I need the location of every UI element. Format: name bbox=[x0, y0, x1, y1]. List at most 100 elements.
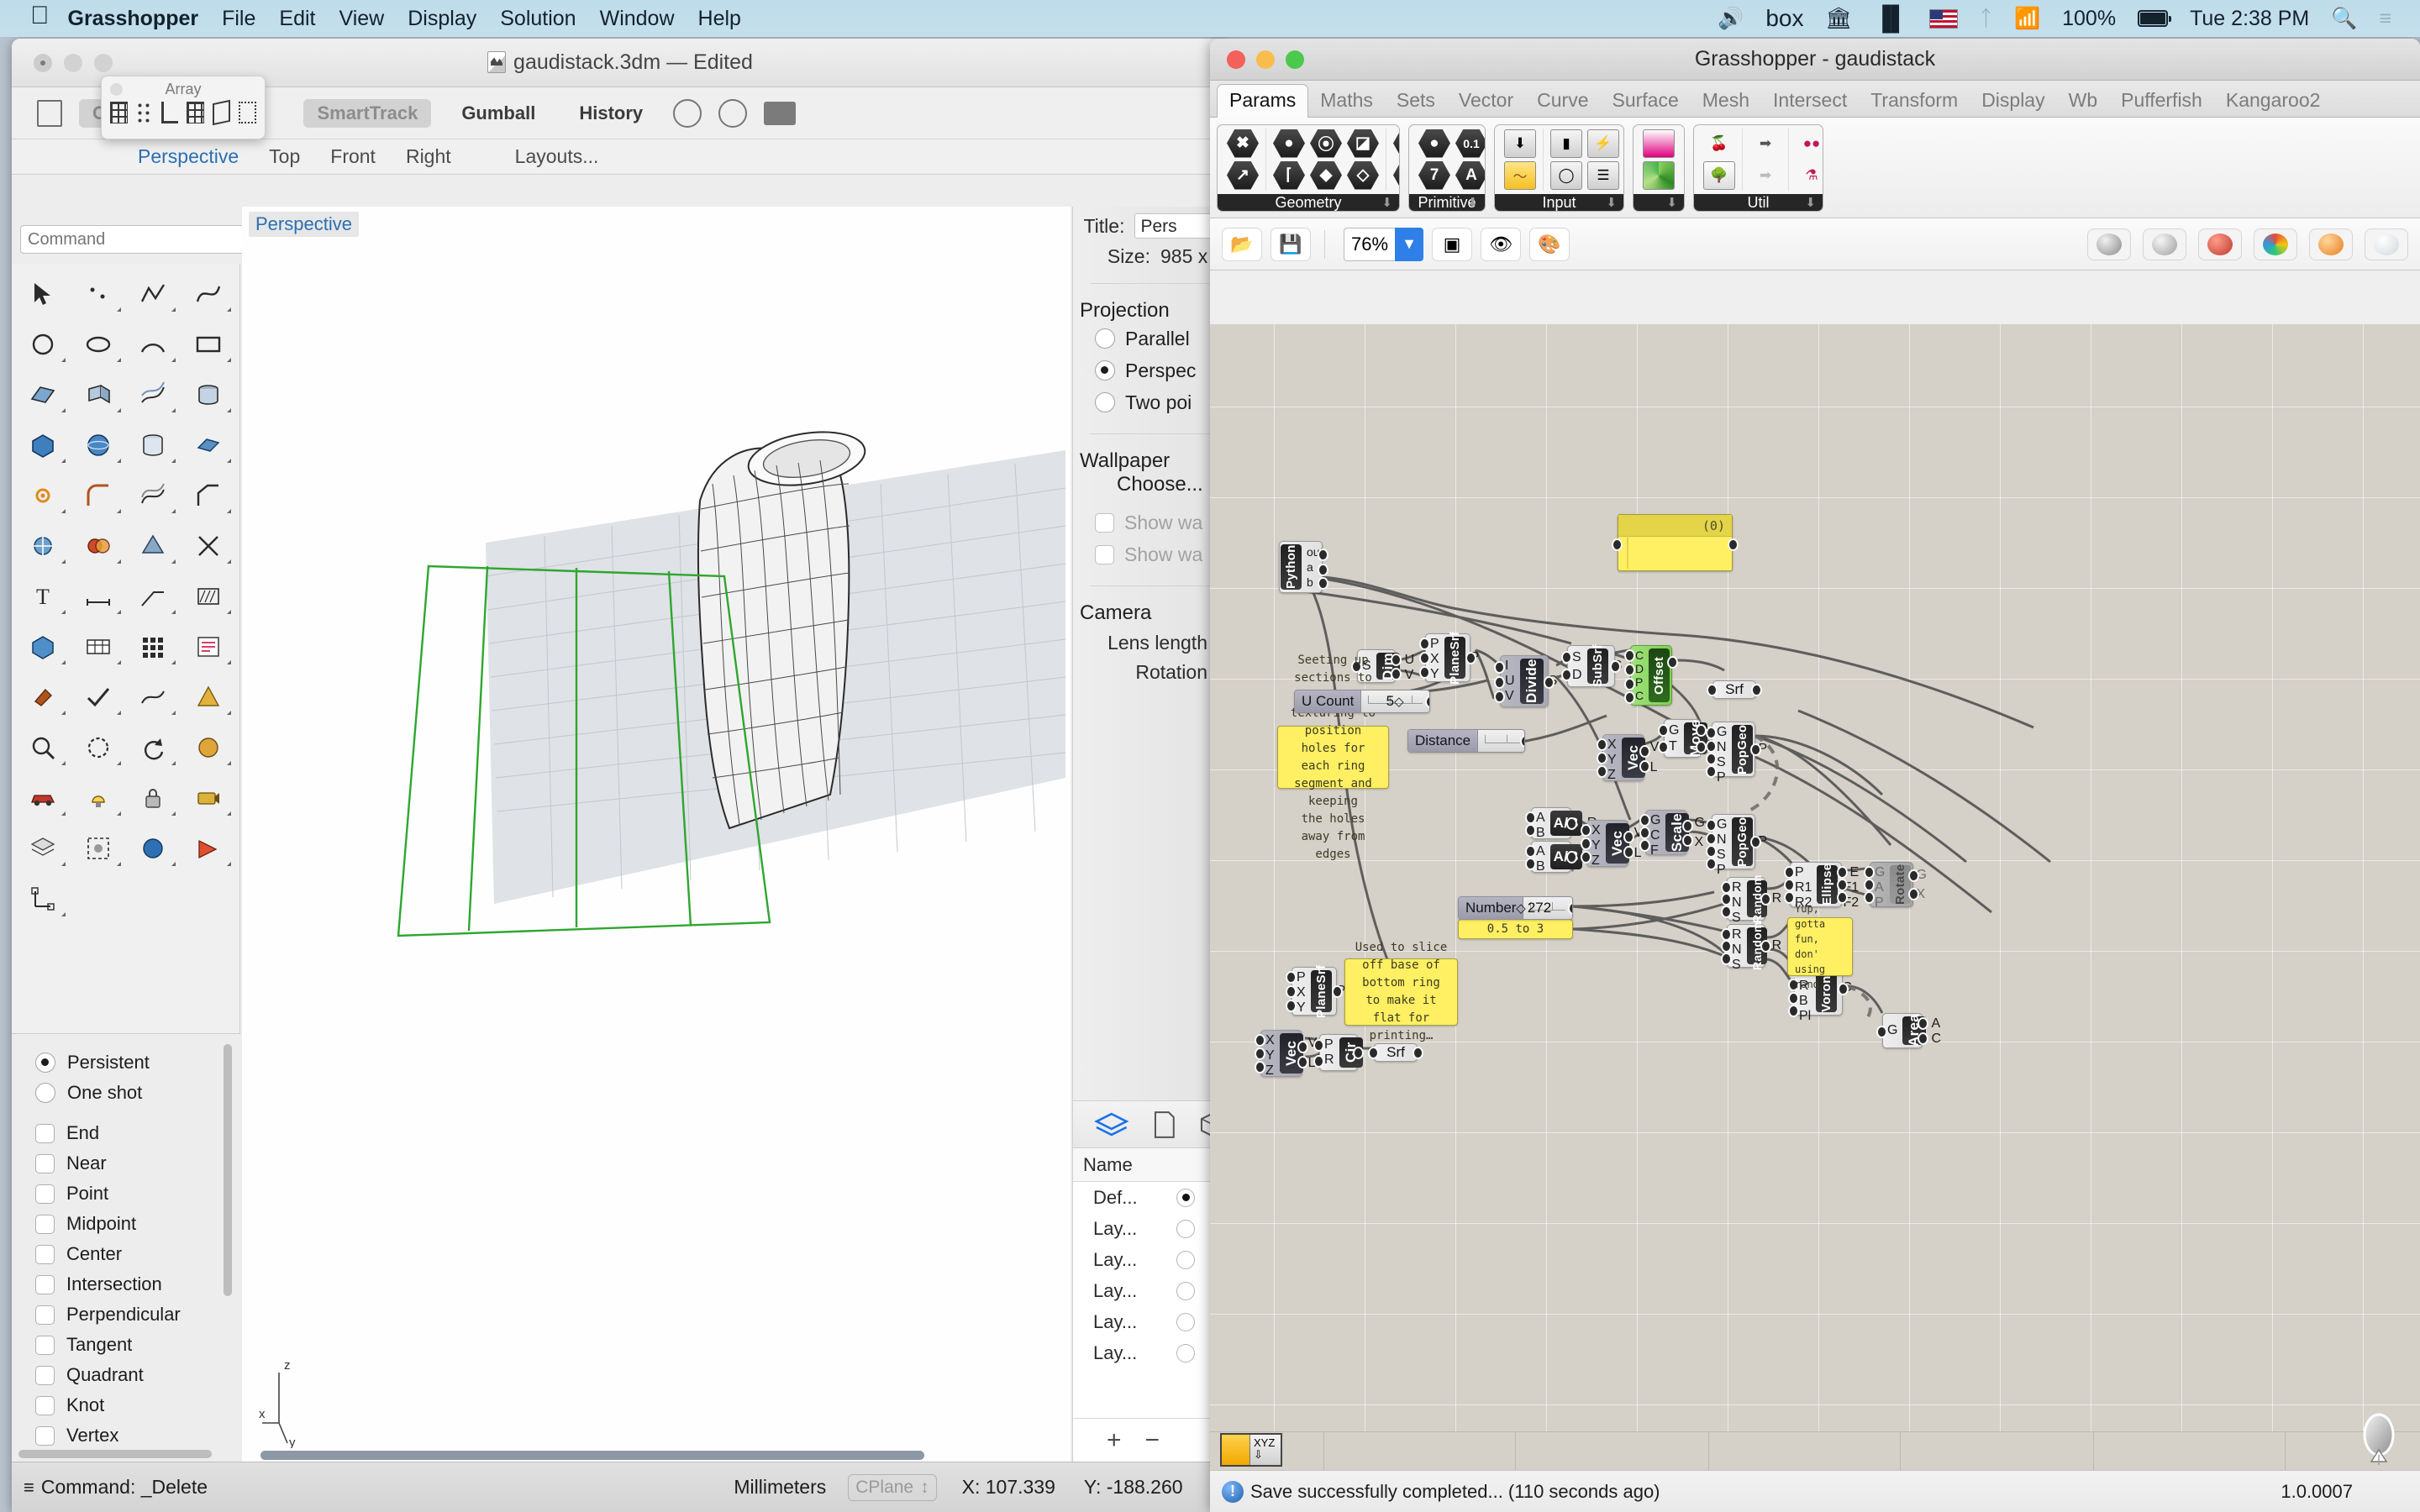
circle-icon[interactable] bbox=[15, 319, 71, 370]
component-random-2[interactable]: RNS Random R bbox=[1721, 921, 1781, 972]
osnap-midpoint[interactable]: Midpoint bbox=[35, 1209, 240, 1239]
menu-grasshopper[interactable]: Grasshopper bbox=[68, 7, 199, 31]
table-row[interactable]: Lay... bbox=[1073, 1275, 1228, 1306]
table-icon[interactable] bbox=[71, 622, 126, 672]
port-pin[interactable] bbox=[1597, 738, 1607, 751]
transform-hex-icon[interactable]: ◇ bbox=[1347, 160, 1379, 190]
profiler-icon[interactable] bbox=[2087, 228, 2131, 260]
component-area[interactable]: G Area AC bbox=[1876, 1013, 1941, 1048]
search-icon[interactable]: 🔍 bbox=[2331, 8, 2357, 29]
chamfer-icon[interactable] bbox=[181, 470, 236, 521]
port-D[interactable]: D bbox=[1572, 668, 1582, 683]
port-pin[interactable] bbox=[1721, 881, 1732, 894]
port-pin[interactable] bbox=[1465, 652, 1476, 664]
note-random[interactable]: Yup, gotta fun, don' using rand bbox=[1787, 903, 1853, 990]
port-S[interactable]: S bbox=[1572, 650, 1582, 665]
port-A[interactable]: A bbox=[1931, 1016, 1941, 1032]
port-pin[interactable] bbox=[1706, 753, 1717, 765]
port-I[interactable]: I bbox=[1505, 659, 1515, 674]
port-N[interactable]: N bbox=[1717, 740, 1727, 755]
port-A[interactable]: A bbox=[1536, 811, 1545, 826]
port-pin[interactable] bbox=[1639, 839, 1650, 852]
port-pin[interactable] bbox=[1610, 660, 1621, 673]
slider-track[interactable]: 5 ◇ bbox=[1361, 690, 1429, 712]
port-pin[interactable] bbox=[1706, 740, 1717, 753]
array-palette[interactable]: Array bbox=[101, 76, 266, 139]
fillet-icon[interactable] bbox=[71, 470, 126, 521]
polyline-hex-icon[interactable]: ◆ bbox=[1310, 160, 1342, 190]
arc-icon[interactable] bbox=[126, 319, 182, 370]
component-planesrf-2[interactable]: PXY PlaneSrf P bbox=[1286, 964, 1345, 1018]
port-pin[interactable] bbox=[1561, 651, 1572, 664]
note-slice-base[interactable]: Used to slice off base of bottom ring to… bbox=[1344, 941, 1458, 1042]
port-pin[interactable] bbox=[1784, 866, 1795, 879]
tree-icon[interactable]: 🌳 bbox=[1703, 160, 1735, 190]
checkbox-point[interactable] bbox=[35, 1184, 55, 1204]
checkbox-near[interactable] bbox=[35, 1153, 55, 1173]
port-Y[interactable]: Y bbox=[1591, 838, 1601, 853]
open-folder-icon[interactable]: 📂 bbox=[1222, 227, 1262, 261]
transform-icon[interactable] bbox=[15, 521, 71, 571]
tab-display[interactable]: Display bbox=[1970, 85, 2056, 117]
osnap-near[interactable]: Near bbox=[35, 1148, 240, 1179]
array-rectangular-icon[interactable] bbox=[110, 102, 128, 123]
tab-sets[interactable]: Sets bbox=[1385, 85, 1447, 117]
port-R[interactable]: R bbox=[1324, 1053, 1334, 1068]
columns-icon[interactable]: ▐▌ bbox=[1874, 7, 1907, 30]
hscroll-thumb[interactable] bbox=[260, 1451, 924, 1460]
valuelist-icon[interactable]: ☰ bbox=[1587, 160, 1619, 190]
port-pin[interactable] bbox=[1419, 652, 1430, 664]
tab-vector[interactable]: Vector bbox=[1447, 85, 1525, 117]
port-P[interactable]: P bbox=[1795, 865, 1812, 880]
port-Y[interactable]: Y bbox=[1607, 753, 1617, 768]
rotate-view-icon[interactable] bbox=[126, 722, 182, 773]
port-U[interactable]: U bbox=[1405, 653, 1415, 668]
port-pin[interactable] bbox=[1581, 837, 1591, 850]
port-pin[interactable] bbox=[1286, 1000, 1297, 1012]
port-pin[interactable] bbox=[1255, 1034, 1265, 1047]
hatch-icon[interactable] bbox=[181, 571, 236, 622]
wallpaper-show-1[interactable]: Show wa bbox=[1073, 507, 1228, 538]
slider-output-pin[interactable] bbox=[1425, 696, 1429, 708]
radio-two-point[interactable] bbox=[1095, 392, 1115, 412]
boolean-icon[interactable] bbox=[71, 521, 126, 571]
osnap-quadrant[interactable]: Quadrant bbox=[35, 1360, 240, 1390]
bluetooth-icon[interactable]: ᛏ bbox=[1980, 8, 1992, 29]
camera-icon[interactable] bbox=[181, 773, 236, 823]
port-pin[interactable] bbox=[1318, 549, 1328, 561]
port-pin[interactable] bbox=[1750, 743, 1761, 756]
osnap-mode-persistent[interactable]: Persistent bbox=[35, 1047, 240, 1078]
layers-tool-icon[interactable] bbox=[15, 823, 71, 874]
menu-edit[interactable]: Edit bbox=[279, 7, 315, 31]
add-layer-button[interactable]: + bbox=[1107, 1426, 1122, 1455]
port-G[interactable]: G bbox=[1887, 1023, 1897, 1038]
slider-output-pin[interactable] bbox=[1568, 902, 1572, 915]
menu-window[interactable]: Window bbox=[600, 7, 675, 31]
pan-icon[interactable] bbox=[71, 722, 126, 773]
array-polar-icon[interactable] bbox=[135, 102, 153, 123]
component-ellipse[interactable]: P R1 R2 Ellipse E F1 F2 bbox=[1784, 862, 1859, 910]
port-T[interactable]: T bbox=[1669, 739, 1679, 754]
array-uv-icon[interactable] bbox=[238, 102, 256, 123]
revolve-icon[interactable] bbox=[181, 370, 236, 420]
port-pin[interactable] bbox=[1624, 678, 1635, 690]
port-pin[interactable] bbox=[1494, 690, 1505, 703]
port-pin[interactable] bbox=[1391, 654, 1402, 666]
param-output-pin[interactable] bbox=[1413, 1047, 1423, 1059]
zoom-extents-icon[interactable]: ▣ bbox=[1432, 227, 1473, 261]
port-pin[interactable] bbox=[1318, 564, 1328, 576]
button-icon[interactable]: ▮ bbox=[1550, 129, 1582, 158]
arrow-right-pale-icon[interactable]: ➡ bbox=[1749, 161, 1781, 190]
bank-icon[interactable]: 🏛 bbox=[1826, 8, 1853, 29]
tab-wb[interactable]: Wb bbox=[2057, 85, 2110, 117]
osnap-tangent[interactable]: Tangent bbox=[35, 1330, 240, 1360]
port-pin[interactable] bbox=[1597, 765, 1607, 778]
panel-output-pin[interactable] bbox=[1728, 538, 1739, 551]
layer-current-radio[interactable] bbox=[1176, 1312, 1196, 1331]
lamp-icon[interactable] bbox=[71, 773, 126, 823]
param-srf-1[interactable]: Srf bbox=[1707, 680, 1762, 699]
text-icon[interactable]: T bbox=[15, 571, 71, 622]
array-on-surface-icon[interactable] bbox=[212, 99, 230, 126]
gumball-toggle[interactable]: Gumball bbox=[448, 99, 549, 128]
knob-icon[interactable]: ◯ bbox=[1550, 160, 1582, 190]
